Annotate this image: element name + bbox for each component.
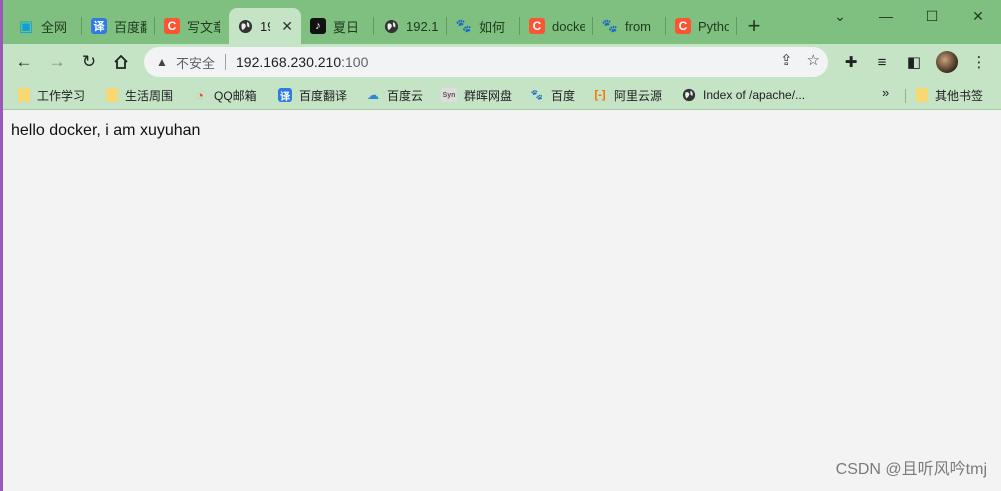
bookmark-folder-life[interactable]: 生活周围 [106, 85, 173, 105]
forward-button[interactable]: → [43, 48, 71, 76]
bookmark-label: 百度 [551, 88, 576, 103]
tab-label: Pytho [698, 18, 729, 34]
tab-baidu-search[interactable]: 🐾 如何 [448, 8, 520, 44]
tab-baidu-translate[interactable]: 译 百度翻 [83, 8, 155, 44]
bookmark-synology[interactable]: Syn 群晖网盘 [441, 85, 512, 105]
tab-label: 写文章 [187, 19, 220, 35]
new-tab-button[interactable]: + [740, 12, 768, 40]
bookmark-apache-index[interactable]: Index of /apache/... [682, 85, 805, 105]
page-content: hello docker, i am xuyuhan CSDN @且听风吟tmj [0, 110, 1001, 491]
bookmark-label: 工作学习 [37, 88, 86, 103]
tab-csdn-docker[interactable]: C docke [521, 8, 593, 44]
tab-label: 19 [260, 18, 270, 34]
tab-strip: ▣ 全网 译 百度翻 C 写文章 19 ✕ ♪ 夏日 192.1 🐾 如何 C … [0, 0, 1001, 44]
other-bookmarks-folder[interactable]: 其他书签 [916, 85, 983, 105]
tab-label: 如何 [479, 19, 506, 35]
bookmark-label: QQ邮箱 [214, 88, 257, 103]
qqmail-icon: ◔ [196, 87, 204, 103]
tiktok-icon: ♪ [310, 18, 326, 34]
tab-bilibili[interactable]: ▣ 全网 [10, 8, 82, 44]
profile-avatar[interactable] [933, 48, 961, 76]
baidu-cloud-icon: ☁ [367, 88, 379, 102]
maximize-button[interactable]: ☐ [909, 0, 955, 32]
globe-icon [383, 18, 399, 34]
bookmark-label: 群晖网盘 [464, 88, 513, 103]
address-bar[interactable]: ▲ 不安全 192.168.230.210:100 ⇪ ☆ [144, 47, 828, 77]
tab-ip-page[interactable]: 192.1 [375, 8, 447, 44]
tab-label: 全网 [41, 19, 68, 35]
bookmarks-overflow-button[interactable]: » [882, 85, 889, 100]
baidu-icon: 🐾 [530, 89, 544, 101]
aliyun-icon: [-] [594, 89, 606, 101]
csdn-icon: C [164, 18, 180, 34]
bookmark-label: 阿里云源 [614, 88, 663, 103]
url-port: :100 [341, 54, 369, 70]
media-control-icon[interactable]: ≡ [868, 48, 896, 76]
minimize-button[interactable]: — [863, 0, 909, 32]
side-panel-icon[interactable]: ◧ [900, 48, 928, 76]
tab-search-button[interactable]: ⌄ [817, 0, 863, 32]
bookmarks-bar: 工作学习 生活周围 ◔ QQ邮箱 译 百度翻译 ☁ 百度云 Syn 群晖网盘 🐾… [0, 80, 1001, 110]
csdn-icon: C [675, 18, 691, 34]
reload-button[interactable]: ↻ [75, 48, 103, 76]
bookmark-label: Index of /apache/... [703, 88, 806, 102]
synology-icon: Syn [441, 88, 457, 102]
csdn-icon: C [529, 18, 545, 34]
menu-icon[interactable]: ⋮ [965, 48, 993, 76]
back-button[interactable]: ← [10, 48, 38, 76]
close-icon[interactable]: ✕ [281, 18, 293, 35]
url-host: 192.168.230.210 [236, 54, 342, 70]
folder-icon [916, 88, 928, 102]
bookmark-label: 百度翻译 [299, 88, 348, 103]
tab-csdn-python[interactable]: C Pytho [667, 8, 737, 44]
tab-baidu-from[interactable]: 🐾 from [594, 8, 666, 44]
bookmark-label: 其他书签 [935, 88, 984, 103]
translate-icon: 译 [278, 88, 292, 103]
avatar [936, 51, 958, 73]
tab-csdn-write[interactable]: C 写文章 [156, 8, 228, 44]
watermark: CSDN @且听风吟tmj [835, 461, 987, 478]
tab-tiktok[interactable]: ♪ 夏日 [302, 8, 374, 44]
bookmark-baidu[interactable]: 🐾 百度 [530, 85, 575, 105]
window-left-edge [0, 0, 3, 491]
tab-label: docke [552, 18, 585, 34]
bookmark-label: 生活周围 [125, 88, 174, 103]
toolbar: ← → ↻ ▲ 不安全 192.168.230.210:100 ⇪ ☆ ✚ ≡ … [0, 44, 1001, 80]
bookmark-aliyun[interactable]: [-] 阿里云源 [593, 85, 663, 105]
translate-icon: 译 [91, 18, 107, 34]
bookmark-star-icon[interactable]: ☆ [807, 51, 820, 69]
tab-label: 夏日 [333, 19, 360, 35]
tab-active-page[interactable]: 19 ✕ [229, 8, 301, 44]
close-window-button[interactable]: ✕ [955, 0, 1001, 32]
page-body-text: hello docker, i am xuyuhan [11, 122, 201, 139]
folder-icon [106, 88, 118, 102]
baidu-icon: 🐾 [455, 18, 473, 33]
tab-label: 百度翻 [114, 19, 147, 35]
share-icon[interactable]: ⇪ [780, 51, 793, 69]
globe-icon [237, 18, 253, 34]
bookmark-baidu-cloud[interactable]: ☁ 百度云 [366, 85, 423, 105]
bookmark-label: 百度云 [387, 88, 424, 103]
extensions-icon[interactable]: ✚ [837, 48, 865, 76]
security-status[interactable]: 不安全 [176, 53, 215, 72]
bookmark-folder-work[interactable]: 工作学习 [18, 85, 85, 105]
tab-label: 192.1 [406, 18, 439, 34]
bookmark-baidu-translate[interactable]: 译 百度翻译 [278, 85, 347, 105]
home-button[interactable] [107, 48, 135, 76]
tab-label: from [625, 18, 651, 34]
bookmark-qqmail[interactable]: ◔ QQ邮箱 [193, 85, 257, 105]
warning-icon[interactable]: ▲ [154, 54, 170, 70]
globe-icon [682, 88, 696, 102]
folder-icon [18, 88, 30, 102]
bilibili-icon: ▣ [18, 18, 34, 35]
baidu-icon: 🐾 [601, 18, 619, 33]
